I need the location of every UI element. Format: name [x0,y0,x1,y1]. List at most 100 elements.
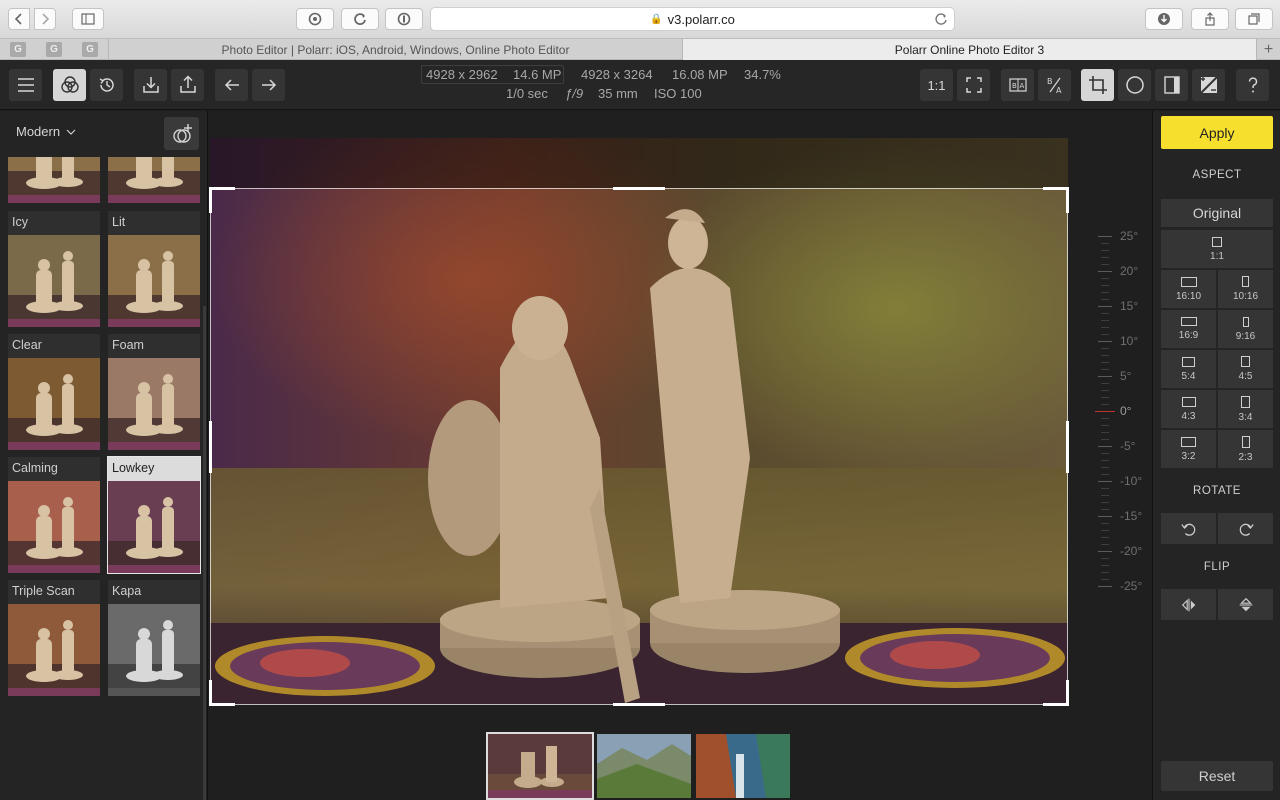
filter-thumbnail [8,235,100,327]
downloads-button[interactable] [1145,8,1183,30]
ruler-tick [1098,376,1112,377]
crop-frame[interactable] [209,187,1069,706]
rotate-right-button[interactable] [1218,513,1273,544]
aspect-label: 16:9 [1178,330,1199,341]
aspect-3x2-button[interactable]: 3:2 [1161,430,1216,468]
share-button[interactable] [1191,8,1229,30]
crop-corner-top-left-v[interactable] [209,187,212,213]
aspect-5x4-button[interactable]: 5:4 [1161,350,1216,388]
filter-lowkey[interactable]: Lowkey [107,456,201,574]
filter-thumbnail [8,481,100,573]
filters-icon [60,76,79,93]
filter-triple-scan[interactable]: Triple Scan [8,580,100,696]
aspect-10x16-button[interactable]: 10:16 [1218,270,1273,308]
pinned-tab-2[interactable]: G [46,42,62,57]
filter-lit[interactable]: Lit [108,211,200,327]
tab-photo-editor[interactable]: Photo Editor | Polarr: iOS, Android, Win… [108,39,682,60]
filter-label: Foam [108,334,200,358]
aspect-4x3-button[interactable]: 4:3 [1161,390,1216,428]
fit-screen-button[interactable] [957,69,990,101]
tabs-overview-button[interactable] [1235,8,1273,30]
aspect-2x3-button[interactable]: 2:3 [1218,430,1273,468]
new-tab-button[interactable]: + [1256,39,1280,60]
pinned-tab-3[interactable]: G [82,42,98,57]
compare-button[interactable]: BA [1001,69,1034,101]
aspect-label: 1:1 [1210,250,1224,262]
preset-group-dropdown[interactable]: Modern [16,124,76,139]
ruler-minor-tick [1101,362,1109,363]
crop-corner-bottom-left[interactable] [209,703,235,706]
filter-kapa[interactable]: Kapa [108,580,200,696]
extension-button-3[interactable] [385,8,423,30]
aspect-4x5-button[interactable]: 4:5 [1218,350,1273,388]
crop-edge-left[interactable] [209,421,212,473]
ruler-tick [1098,551,1112,552]
aspect-3x4-button[interactable]: 3:4 [1218,390,1273,428]
extension-button-2[interactable] [341,8,379,30]
filter-calming[interactable]: Calming [8,457,100,573]
pinned-tab-1[interactable]: G [10,42,26,57]
menu-button[interactable] [9,69,42,101]
back-button[interactable] [8,8,30,30]
filter-icy[interactable]: Icy [8,211,100,327]
filter-foam[interactable]: Foam [108,334,200,450]
tab-polarr-editor[interactable]: Polarr Online Photo Editor 3 [682,39,1256,60]
crop-corner-bottom-right-v[interactable] [1066,680,1069,706]
brush-mask-button[interactable] [1192,69,1225,101]
film-thumb-waterfall[interactable] [696,734,790,798]
filter-partial-2[interactable] [108,157,200,203]
crop-corner-bottom-left-v[interactable] [209,680,212,706]
radial-mask-button[interactable] [1118,69,1151,101]
film-thumb-figurines[interactable] [486,732,594,800]
filter-list[interactable]: Icy Lit Clear Foam Calming Lowkey Triple… [0,157,204,800]
crop-tool-button[interactable] [1081,69,1114,101]
rotate-ccw-icon [1180,523,1195,536]
crop-size-box [421,65,564,84]
gradient-mask-button[interactable] [1155,69,1188,101]
rotation-ruler[interactable]: 25° 20° 15° 10° 5° 0° -5° -10° -15° -20° -25° [1088,229,1148,606]
crop-edge-top[interactable] [613,187,665,190]
zoom-1to1-button[interactable]: 1:1 [920,69,953,101]
address-bar[interactable]: 🔒 v3.polarr.co [430,7,955,31]
crop-corner-top-right-v[interactable] [1066,187,1069,213]
sidebar-button[interactable] [72,8,104,30]
add-custom-filter-button[interactable] [164,117,199,150]
aspect-original-button[interactable]: Original [1161,199,1273,227]
apply-button[interactable]: Apply [1161,116,1273,149]
filter-scrollbar[interactable] [203,306,206,800]
split-view-button[interactable]: BA [1038,69,1071,101]
help-button[interactable] [1236,69,1269,101]
filter-partial-1[interactable] [8,157,100,203]
aspect-1x1-button[interactable]: 1:1 [1161,230,1273,268]
history-button[interactable] [90,69,123,101]
ruler-minor-tick [1101,313,1109,314]
undo-button[interactable] [215,69,248,101]
aspect-label: 4:5 [1238,371,1253,382]
aspect-16x10-button[interactable]: 16:10 [1161,270,1216,308]
original-size: 4928 x 3264 [581,67,653,82]
ruler-minor-tick [1101,278,1109,279]
redo-button[interactable] [252,69,285,101]
ruler-minor-tick [1101,432,1109,433]
reset-button[interactable]: Reset [1161,761,1273,791]
crop-edge-bottom[interactable] [613,703,665,706]
aspect-9x16-button[interactable]: 9:16 [1218,310,1273,348]
chevron-left-icon [14,13,22,25]
flip-vertical-button[interactable] [1218,589,1273,620]
export-button[interactable] [171,69,204,101]
crop-corner-top-left[interactable] [209,187,235,190]
rotate-left-button[interactable] [1161,513,1216,544]
filter-thumbnail [8,157,100,203]
extension-button-1[interactable] [296,8,334,30]
ruler-tick [1098,586,1112,587]
filters-button[interactable] [53,69,86,101]
import-button[interactable] [134,69,167,101]
crop-edge-right[interactable] [1066,421,1069,473]
filter-clear[interactable]: Clear [8,334,100,450]
aspect-16x9-button[interactable]: 16:9 [1161,310,1216,348]
shutter-speed: 1/0 sec [506,86,548,101]
forward-button[interactable] [34,8,56,30]
flip-horizontal-button[interactable] [1161,589,1216,620]
reload-icon[interactable] [934,12,948,26]
film-thumb-mountains[interactable] [597,734,691,798]
